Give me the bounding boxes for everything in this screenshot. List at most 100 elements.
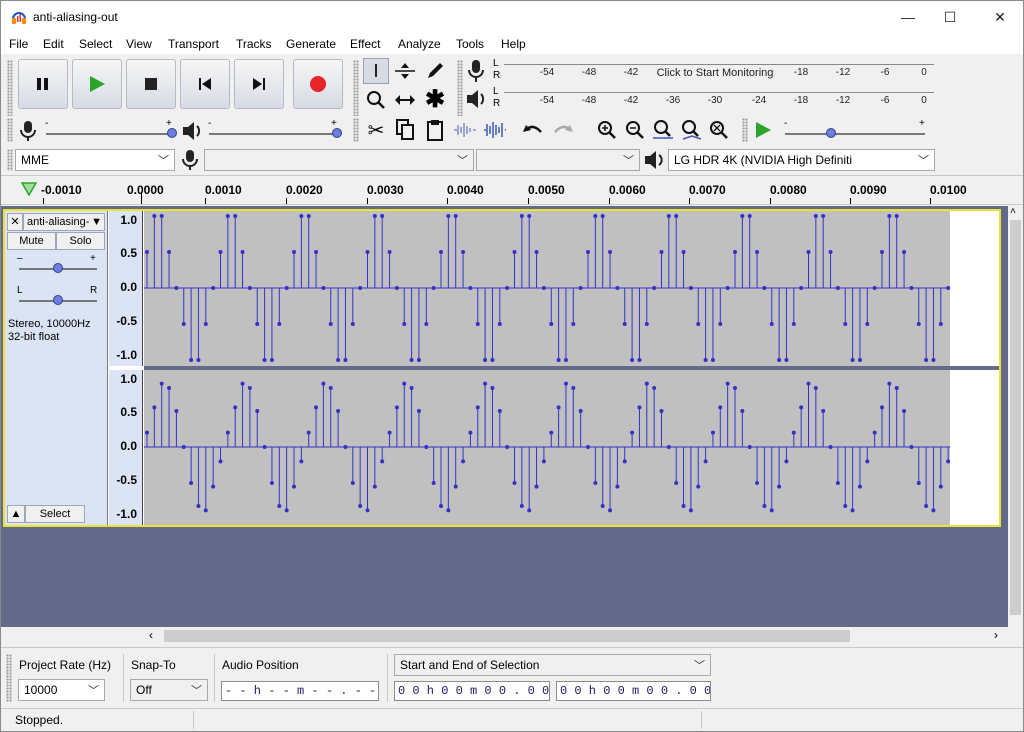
sample-point	[674, 481, 679, 485]
fit-selection-button[interactable]	[650, 117, 676, 143]
redo-button[interactable]	[550, 117, 576, 143]
minimize-button[interactable]: —	[885, 1, 931, 33]
zoom-toggle-button[interactable]	[706, 117, 732, 143]
toolbar-grip[interactable]	[7, 60, 13, 116]
solo-button[interactable]: Solo	[56, 232, 105, 250]
menu-analyze[interactable]: Analyze	[398, 37, 441, 51]
toolbar-grip[interactable]	[353, 60, 359, 116]
toolbar-grip[interactable]	[7, 149, 13, 171]
zoom-out-button[interactable]	[622, 117, 648, 143]
multi-tool-button[interactable]: ✱	[422, 87, 448, 113]
track-area[interactable]: ✕ anti-aliasing- ▼ Mute Solo – + L R Ste…	[1, 206, 1008, 627]
menu-tracks[interactable]: Tracks	[236, 37, 272, 51]
waveform-left-channel[interactable]	[144, 211, 999, 366]
track-menu-button[interactable]: anti-aliasing- ▼	[23, 213, 105, 231]
record-meter[interactable]: -54 -48 -42 Click to Start Monitoring -1…	[504, 64, 934, 88]
vertical-scale-left-channel[interactable]: 1.0 0.5 0.0 -0.5 -1.0	[109, 211, 143, 366]
pinned-play-head-icon[interactable]	[21, 182, 37, 196]
recording-volume-thumb[interactable]	[167, 128, 177, 138]
scroll-up-icon[interactable]: ˄	[1010, 206, 1016, 217]
envelope-tool-button[interactable]	[392, 58, 418, 84]
play-speed-slider[interactable]	[785, 133, 925, 135]
menu-edit[interactable]: Edit	[43, 37, 64, 51]
toolbar-grip[interactable]	[742, 118, 748, 142]
horizontal-scrollbar[interactable]: ‹ ›	[1, 627, 1023, 645]
snap-to-select[interactable]: Off ﹀	[130, 679, 208, 701]
cut-button[interactable]: ✂	[363, 117, 389, 143]
paste-button[interactable]	[422, 117, 448, 143]
waveform-right-channel[interactable]	[144, 370, 999, 525]
monitoring-prompt[interactable]: Click to Start Monitoring	[657, 67, 774, 79]
silence-audio-button[interactable]	[482, 117, 508, 143]
menu-help[interactable]: Help	[501, 37, 526, 51]
pan-slider-thumb[interactable]	[53, 295, 63, 305]
maximize-button[interactable]: ☐	[927, 1, 973, 33]
sample-point	[475, 322, 480, 326]
selection-tool-button[interactable]: I	[363, 58, 389, 84]
draw-tool-button[interactable]	[422, 58, 448, 84]
audio-host-select[interactable]: MME ﹀	[15, 149, 175, 171]
play-at-speed-button[interactable]	[750, 117, 776, 143]
menu-tools[interactable]: Tools	[456, 37, 484, 51]
pause-button[interactable]	[18, 59, 68, 109]
playback-device-select[interactable]: LG HDR 4K (NVIDIA High Definiti ﹀	[668, 149, 935, 171]
playback-volume-slider[interactable]	[209, 133, 338, 135]
sample-point	[225, 430, 230, 435]
timeline-ruler[interactable]: -0.0010 0.0000 0.0010 0.0020 0.0030 0.00…	[1, 175, 1023, 205]
track-close-button[interactable]: ✕	[7, 213, 23, 231]
meter-tick: 0	[921, 67, 927, 78]
toolbar-grip[interactable]	[7, 118, 13, 142]
mute-button[interactable]: Mute	[7, 232, 56, 250]
play-button[interactable]	[72, 59, 122, 109]
toolbar-grip[interactable]	[353, 118, 359, 142]
selection-start-field[interactable]: 0 0 h 0 0 m 0 0 . 0 0 0 s	[394, 681, 550, 701]
menu-select[interactable]: Select	[79, 37, 112, 51]
stop-button[interactable]	[126, 59, 176, 109]
project-rate-select[interactable]: 10000 ﹀	[18, 679, 105, 701]
menu-effect[interactable]: Effect	[350, 37, 380, 51]
undo-button[interactable]	[520, 117, 546, 143]
fit-project-button[interactable]	[678, 117, 704, 143]
recording-volume-slider[interactable]	[46, 133, 173, 135]
toolbar-grip[interactable]	[457, 60, 463, 116]
record-meter-mic-icon[interactable]	[466, 59, 486, 83]
horizontal-scroll-thumb[interactable]	[164, 630, 850, 642]
vertical-scroll-thumb[interactable]	[1010, 220, 1021, 615]
vertical-scale-right-channel[interactable]: 1.0 0.5 0.0 -0.5 -1.0	[109, 370, 143, 525]
sample-point	[806, 381, 811, 386]
selection-mode-select[interactable]: Start and End of Selection ﹀	[394, 654, 711, 676]
menu-file[interactable]: File	[9, 37, 28, 51]
meter-tick: -48	[581, 67, 597, 78]
vertical-scrollbar[interactable]: ˄	[1008, 206, 1023, 627]
collapse-track-button[interactable]: ▲	[7, 505, 25, 523]
audio-track[interactable]: ✕ anti-aliasing- ▼ Mute Solo – + L R Ste…	[3, 209, 1001, 527]
sample-point	[784, 358, 789, 362]
audio-position-field[interactable]: - - h - - m - - . - - - s	[221, 681, 379, 701]
playback-meter[interactable]: -54 -48 -42 -36 -30 -24 -18 -12 -6 0	[504, 92, 934, 116]
gain-slider-thumb[interactable]	[53, 263, 63, 273]
zoom-tool-button[interactable]	[363, 87, 389, 113]
skip-to-start-button[interactable]	[180, 59, 230, 109]
trim-audio-button[interactable]	[452, 117, 478, 143]
time-shift-tool-button[interactable]	[392, 87, 418, 113]
recording-device-select[interactable]: ﹀	[204, 149, 474, 171]
skip-to-end-button[interactable]	[234, 59, 284, 109]
playback-meter-speaker-icon[interactable]	[465, 88, 487, 110]
select-track-button[interactable]: Select	[25, 505, 85, 523]
menu-generate[interactable]: Generate	[286, 37, 336, 51]
play-speed-thumb[interactable]	[826, 128, 836, 138]
zoom-in-button[interactable]	[594, 117, 620, 143]
recording-channels-select[interactable]: ﹀	[476, 149, 640, 171]
close-button[interactable]: ✕	[977, 1, 1023, 33]
sample-point	[240, 250, 245, 254]
playback-volume-thumb[interactable]	[332, 128, 342, 138]
menu-view[interactable]: View	[126, 37, 152, 51]
toolbar-grip[interactable]	[6, 654, 12, 702]
menu-transport[interactable]: Transport	[168, 37, 219, 51]
selection-end-field[interactable]: 0 0 h 0 0 m 0 0 . 0 0 0 s	[556, 681, 711, 701]
scroll-left-icon[interactable]: ‹	[149, 628, 153, 642]
meter-tick: 0	[921, 95, 927, 106]
record-button[interactable]	[293, 59, 343, 109]
copy-button[interactable]	[392, 117, 418, 143]
scroll-right-icon[interactable]: ›	[994, 628, 998, 642]
